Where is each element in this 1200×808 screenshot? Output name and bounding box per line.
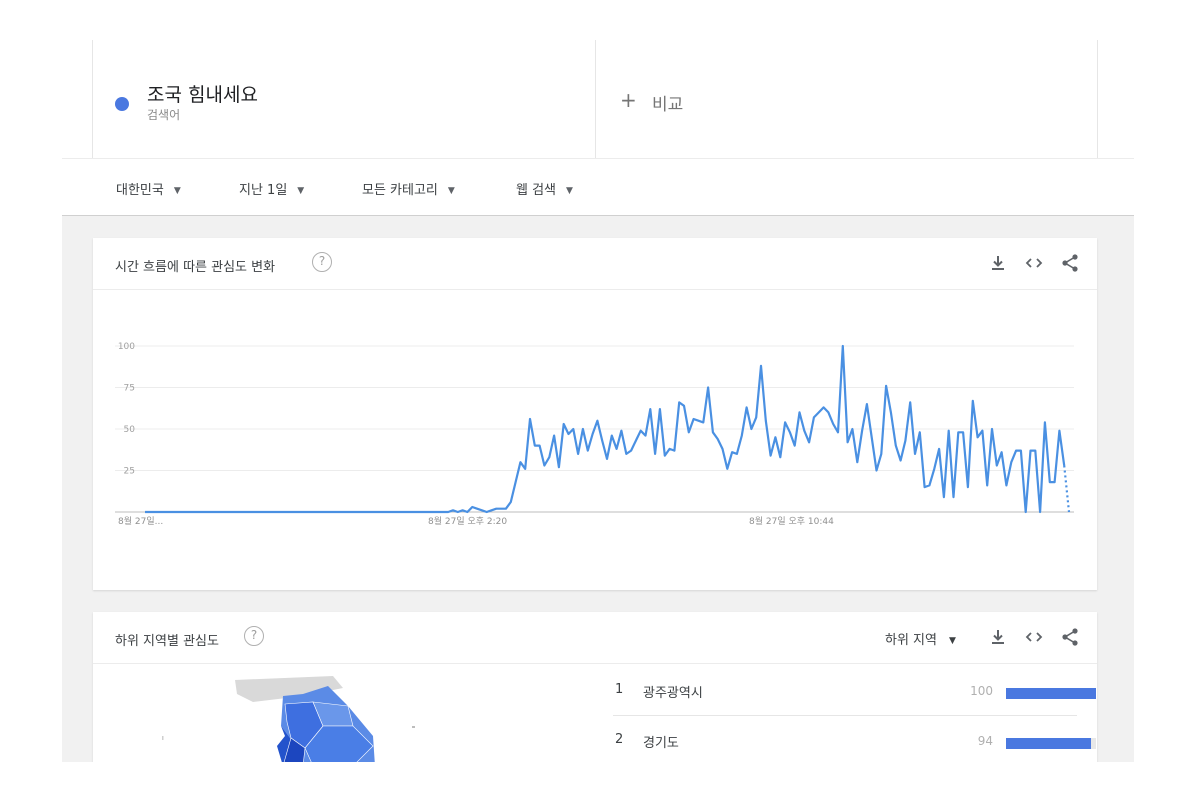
filter-region[interactable]: 대한민국 ▼ [116, 179, 181, 198]
region-list-item[interactable]: 2 경기도 94 [613, 716, 1096, 762]
card-header: 하위 지역별 관심도 ? 하위 지역 ▼ [93, 612, 1097, 664]
filter-category-label: 모든 카테고리 [362, 183, 438, 198]
filter-region-label: 대한민국 [116, 183, 164, 198]
series-line-partial [1063, 465, 1071, 513]
region-list-item[interactable]: 1 광주광역시 100 [613, 666, 1096, 716]
y-tick-label: 50 [124, 425, 136, 435]
term-color-dot [115, 97, 129, 111]
x-tick-label: 8월 27일 오후 2:20 [428, 515, 507, 527]
filter-time-label: 지난 1일 [239, 183, 288, 198]
region-name: 광주광역시 [643, 686, 703, 701]
dropdown-arrow-icon: ▼ [297, 186, 305, 196]
y-tick-label: 25 [124, 467, 135, 477]
region-value: 94 [977, 734, 993, 748]
subregion-select-label: 하위 지역 [885, 633, 937, 648]
help-icon[interactable]: ? [244, 626, 264, 646]
region-bar [1006, 738, 1096, 749]
x-tick-label: 8월 27일 오후 10:44 [749, 515, 834, 527]
embed-icon[interactable] [1023, 626, 1045, 648]
filter-bar: 대한민국 ▼ 지난 1일 ▼ 모든 카테고리 ▼ 웹 검색 ▼ [62, 158, 1134, 216]
y-tick-label: 75 [124, 384, 135, 394]
interest-line-chart: 100 75 50 25 8월 27일... 8월 27일 오후 2:20 8월 27일 오… [115, 342, 1074, 527]
dropdown-arrow-icon: ▼ [173, 186, 181, 196]
dropdown-arrow-icon: ▼ [447, 186, 455, 196]
search-term-bar: 조국 힘내세요 검색어 + 비교 [62, 40, 1134, 158]
korea-region-map[interactable] [153, 666, 453, 762]
region-bar-fill [1006, 688, 1096, 699]
card-title: 하위 지역별 관심도 [115, 634, 219, 649]
region-rank: 2 [615, 732, 624, 747]
page-bottom [0, 762, 1200, 808]
region-value: 100 [970, 684, 993, 698]
filter-category[interactable]: 모든 카테고리 ▼ [362, 179, 455, 198]
search-term-card[interactable]: 조국 힘내세요 검색어 [92, 40, 596, 158]
card-title: 시간 흐름에 따른 관심도 변화 [115, 260, 276, 275]
card-header: 시간 흐름에 따른 관심도 변화 ? [93, 238, 1097, 290]
region-rank: 1 [615, 682, 624, 697]
search-term-name[interactable]: 조국 힘내세요 [147, 80, 258, 107]
dropdown-arrow-icon: ▼ [566, 186, 573, 196]
y-tick-label: 100 [118, 342, 135, 352]
subregion-select[interactable]: 하위 지역 ▼ [885, 629, 956, 648]
search-term-type: 검색어 [147, 108, 181, 122]
interest-by-subregion-card: 하위 지역별 관심도 ? 하위 지역 ▼ 1 광주광역시 100 2 경기도 94 [93, 612, 1097, 762]
filter-search-type[interactable]: 웹 검색 ▼ [516, 179, 573, 198]
filter-time[interactable]: 지난 1일 ▼ [239, 179, 304, 198]
compare-label: 비교 [652, 95, 684, 115]
share-icon[interactable] [1059, 252, 1081, 274]
help-icon[interactable]: ? [312, 252, 332, 272]
download-icon[interactable] [987, 252, 1009, 274]
filter-search-type-label: 웹 검색 [516, 183, 557, 198]
embed-icon[interactable] [1023, 252, 1045, 274]
plus-icon: + [620, 88, 637, 112]
region-bar-fill [1006, 738, 1091, 749]
dropdown-arrow-icon: ▼ [948, 636, 956, 646]
region-name: 경기도 [643, 736, 679, 751]
x-tick-label: 8월 27일... [118, 515, 163, 527]
share-icon[interactable] [1059, 626, 1081, 648]
download-icon[interactable] [987, 626, 1009, 648]
compare-button[interactable]: + 비교 [596, 40, 1098, 158]
interest-over-time-card: 시간 흐름에 따른 관심도 변화 ? 100 75 50 25 8월 27일... 8월 … [93, 238, 1097, 590]
region-bar [1006, 688, 1096, 699]
